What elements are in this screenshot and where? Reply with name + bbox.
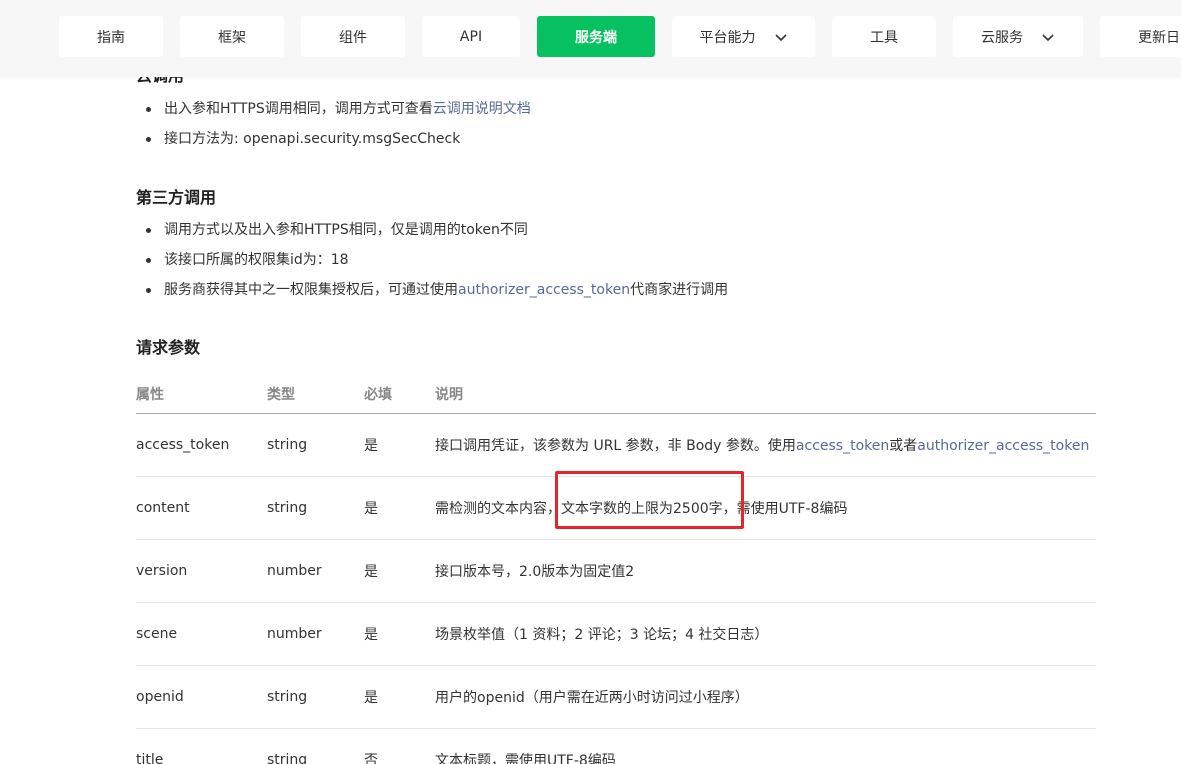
table-row: access_token string 是 接口调用凭证，该参数为 URL 参数… <box>136 413 1096 477</box>
param-name: access_token <box>136 413 267 477</box>
param-description: 接口版本号，2.0版本为固定值2 <box>435 539 1096 603</box>
param-required: 否 <box>364 728 435 764</box>
param-required: 是 <box>364 413 435 477</box>
nav-item-api[interactable]: API <box>422 16 520 57</box>
column-header-property: 属性 <box>136 374 267 414</box>
nav-item-platform-capabilities[interactable]: 平台能力 <box>672 16 815 57</box>
section-heading-request-params: 请求参数 <box>136 338 201 357</box>
table-row: version number 是 接口版本号，2.0版本为固定值2 <box>136 539 1096 603</box>
param-description: 需检测的文本内容，文本字数的上限为2500字，需使用UTF-8编码 <box>435 476 1096 540</box>
param-description: 接口调用凭证，该参数为 URL 参数，非 Body 参数。使用access_to… <box>435 413 1096 477</box>
param-required: 是 <box>364 665 435 729</box>
param-type: string <box>267 476 364 540</box>
param-type: string <box>267 728 364 764</box>
third-party-list: 调用方式以及出入参和HTTPS相同，仅是调用的token不同 该接口所属的权限集… <box>136 215 728 305</box>
nav-item-server[interactable]: 服务端 <box>537 16 655 57</box>
chevron-down-icon <box>774 30 788 44</box>
nav-item-tools[interactable]: 工具 <box>832 16 936 57</box>
cloud-call-doc-link[interactable]: 云调用说明文档 <box>433 101 531 117</box>
authorizer-access-token-link[interactable]: authorizer_access_token <box>458 282 630 298</box>
table-header-row: 属性 类型 必填 说明 <box>136 374 1096 414</box>
table-row: content string 是 需检测的文本内容，文本字数的上限为2500字，… <box>136 476 1096 540</box>
authorizer-access-token-link[interactable]: authorizer_access_token <box>917 438 1089 454</box>
table-row: openid string 是 用户的openid（用户需在近两小时访问过小程序… <box>136 665 1096 729</box>
param-type: number <box>267 539 364 603</box>
nav-item-changelog[interactable]: 更新日 <box>1100 16 1181 57</box>
param-name: openid <box>136 665 267 729</box>
nav-item-framework[interactable]: 框架 <box>180 16 284 57</box>
param-description: 用户的openid（用户需在近两小时访问过小程序） <box>435 665 1096 729</box>
list-item: 调用方式以及出入参和HTTPS相同，仅是调用的token不同 <box>136 215 728 245</box>
list-item: 该接口所属的权限集id为：18 <box>136 245 728 275</box>
list-item: 接口方法为: openapi.security.msgSecCheck <box>136 124 531 154</box>
docs-page: 指南 框架 组件 API 服务端 平台能力 工具 云服务 更新日 云调用 出入参… <box>0 0 1181 764</box>
column-header-description: 说明 <box>435 374 1096 414</box>
table-row: scene number 是 场景枚举值（1 资料；2 评论；3 论坛；4 社交… <box>136 602 1096 666</box>
cloud-call-list: 出入参和HTTPS调用相同，调用方式可查看云调用说明文档 接口方法为: open… <box>136 94 531 154</box>
param-type: string <box>267 665 364 729</box>
list-item: 服务商获得其中之一权限集授权后，可通过使用authorizer_access_t… <box>136 275 728 305</box>
param-name: title <box>136 728 267 764</box>
param-required: 是 <box>364 602 435 666</box>
nav-item-components[interactable]: 组件 <box>301 16 405 57</box>
top-nav: 指南 框架 组件 API 服务端 平台能力 工具 云服务 更新日 <box>0 0 1181 77</box>
nav-item-cloud-service[interactable]: 云服务 <box>953 16 1083 57</box>
param-required: 是 <box>364 476 435 540</box>
request-params-table: 属性 类型 必填 说明 access_token string 是 接口调用凭证… <box>136 374 1096 764</box>
param-type: number <box>267 602 364 666</box>
list-item: 出入参和HTTPS调用相同，调用方式可查看云调用说明文档 <box>136 94 531 124</box>
table-row: title string 否 文本标题，需使用UTF-8编码 <box>136 728 1096 764</box>
column-header-required: 必填 <box>364 374 435 414</box>
param-name: scene <box>136 602 267 666</box>
param-required: 是 <box>364 539 435 603</box>
param-name: version <box>136 539 267 603</box>
column-header-type: 类型 <box>267 374 364 414</box>
param-type: string <box>267 413 364 477</box>
nav-item-guide[interactable]: 指南 <box>59 16 163 57</box>
chevron-down-icon <box>1041 30 1055 44</box>
section-heading-third-party: 第三方调用 <box>136 188 217 207</box>
param-description: 文本标题，需使用UTF-8编码 <box>435 728 1096 764</box>
param-description: 场景枚举值（1 资料；2 评论；3 论坛；4 社交日志） <box>435 602 1096 666</box>
access-token-link[interactable]: access_token <box>796 438 889 454</box>
param-name: content <box>136 476 267 540</box>
